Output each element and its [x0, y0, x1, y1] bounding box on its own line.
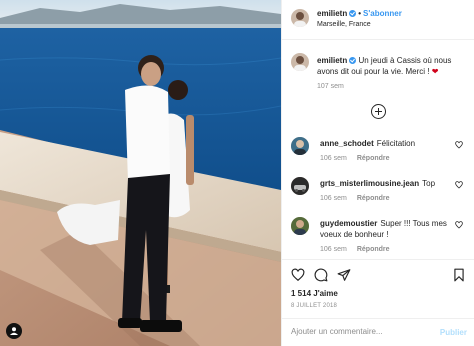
comment-text: Top	[422, 179, 436, 188]
comment-item: guydemoustier Super !!! Tous mes voeux de…	[282, 217, 474, 257]
load-more-comments-button[interactable]	[371, 104, 386, 119]
comment-body: grts_misterlimousine.jean Top	[320, 178, 452, 189]
add-comment-input[interactable]	[291, 327, 431, 336]
reply-button[interactable]: Répondre	[357, 155, 390, 162]
comment-meta: 106 sem Répondre	[320, 195, 390, 202]
comment-timestamp: 106 sem	[320, 246, 347, 253]
comment-username[interactable]: guydemoustier	[320, 219, 377, 228]
comment-text: Félicitation	[376, 139, 416, 148]
speech-bubble-icon[interactable]	[314, 268, 328, 282]
commenter-avatar[interactable]	[291, 137, 309, 155]
caption-timestamp: 107 sem	[317, 83, 344, 90]
reply-button[interactable]: Répondre	[357, 246, 390, 253]
publish-button[interactable]: Publier	[440, 328, 467, 337]
separator-dot: •	[358, 9, 362, 18]
author-line: emilietn • S'abonner	[317, 9, 402, 18]
comment-body: anne_schodet Félicitation	[320, 138, 452, 149]
comment-like-icon[interactable]	[455, 221, 463, 229]
red-heart-emoji: ❤	[431, 67, 439, 76]
comment-username[interactable]: grts_misterlimousine.jean	[320, 179, 419, 188]
post-date: 8 JUILLET 2018	[291, 303, 338, 309]
heart-outline-icon[interactable]	[291, 268, 305, 282]
comment-body: guydemoustier Super !!! Tous mes voeux de…	[320, 218, 452, 240]
comment-item: anne_schodet Félicitation 106 sem Répondre	[282, 137, 474, 177]
follow-button[interactable]: S'abonner	[363, 9, 402, 18]
commenter-avatar[interactable]	[291, 217, 309, 235]
comment-like-icon[interactable]	[455, 181, 463, 189]
caption-verified-badge-icon	[349, 57, 357, 64]
post-image	[0, 0, 281, 346]
comment-meta: 106 sem Répondre	[320, 155, 390, 162]
reply-button[interactable]: Répondre	[357, 195, 390, 202]
bookmark-icon[interactable]	[452, 268, 466, 282]
post-sidebar: emilietn • S'abonner Marseille, France emi…	[281, 0, 474, 346]
comment-like-icon[interactable]	[455, 141, 463, 149]
post-photo[interactable]	[0, 0, 281, 346]
comment-username[interactable]: anne_schodet	[320, 139, 374, 148]
comment-timestamp: 106 sem	[320, 155, 347, 162]
post-actions-bar	[282, 259, 474, 289]
user-tag-icon[interactable]	[6, 323, 22, 339]
comment-composer: Publier	[282, 318, 474, 346]
author-avatar[interactable]	[291, 9, 309, 27]
verified-badge-icon	[349, 10, 357, 17]
caption-username[interactable]: emilietn	[317, 56, 347, 65]
caption-author-avatar[interactable]	[291, 53, 309, 71]
comment-item: grts_misterlimousine.jean Top 106 sem Répo…	[282, 177, 474, 217]
commenter-avatar[interactable]	[291, 177, 309, 195]
comment-meta: 106 sem Répondre	[320, 246, 390, 253]
comment-timestamp: 106 sem	[320, 195, 347, 202]
post-caption: emilietn Un jeudi à Cassis où nous avons…	[317, 55, 457, 77]
post-header: emilietn • S'abonner Marseille, France	[282, 0, 474, 40]
author-username[interactable]: emilietn	[317, 9, 347, 18]
post-location[interactable]: Marseille, France	[317, 21, 371, 28]
paper-plane-icon[interactable]	[337, 268, 351, 282]
likes-count[interactable]: 1 514 J'aime	[291, 289, 338, 298]
